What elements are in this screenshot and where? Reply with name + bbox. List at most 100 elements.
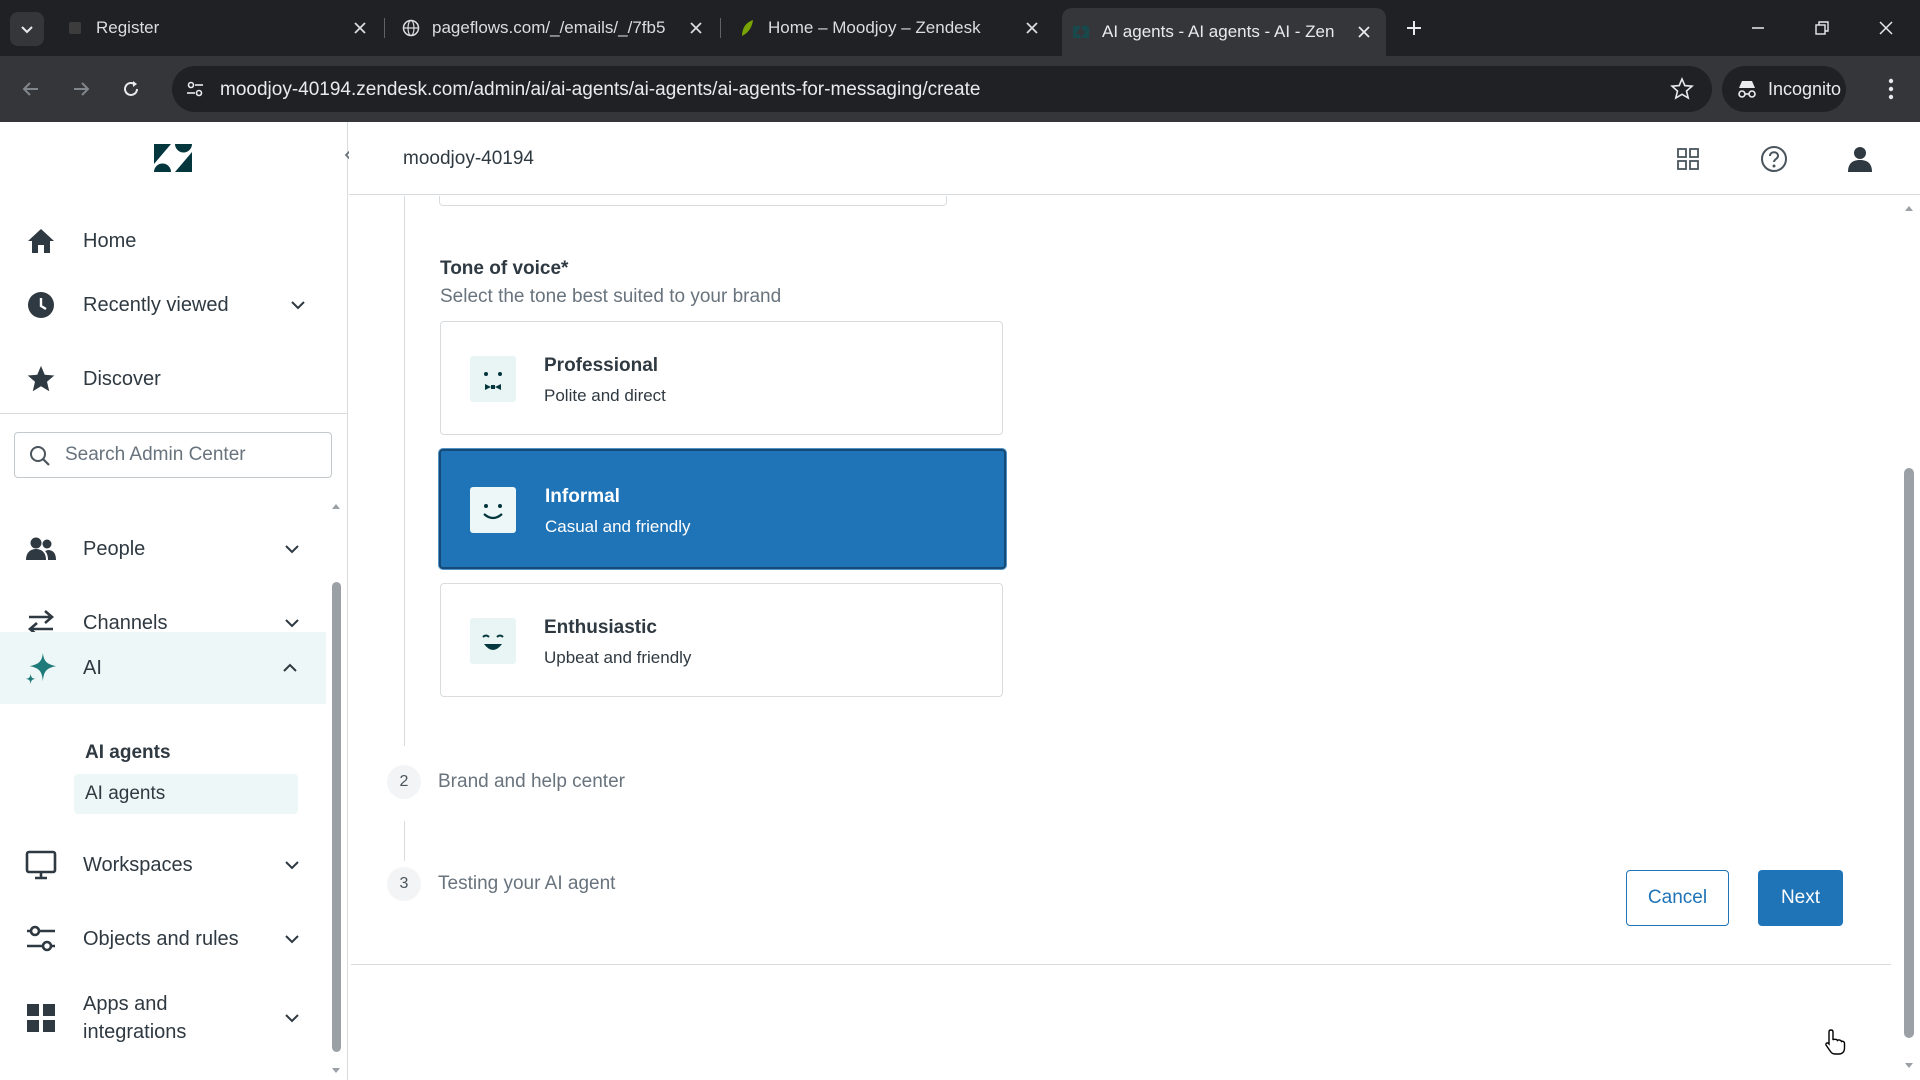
close-icon[interactable] xyxy=(1020,16,1044,40)
tab-separator xyxy=(720,18,721,38)
new-tab-button[interactable] xyxy=(1400,14,1428,42)
main-content: Tone of voice* Select the tone best suit… xyxy=(349,196,1920,1080)
more-vertical-icon xyxy=(1888,78,1894,100)
tab-title: Home – Moodjoy – Zendesk xyxy=(768,18,981,37)
minimize-button[interactable] xyxy=(1744,14,1772,42)
sidebar-item-label: Discover xyxy=(83,367,161,390)
option-title: Informal xyxy=(545,486,620,507)
search-icon xyxy=(29,445,51,467)
option-title: Professional xyxy=(544,355,659,376)
incognito-icon xyxy=(1738,81,1756,98)
account-name: moodjoy-40194 xyxy=(403,148,534,169)
search-input[interactable] xyxy=(65,443,315,467)
browser-tab[interactable]: Home – Moodjoy – Zendesk xyxy=(738,8,1044,48)
sidebar-item-ai[interactable]: AI xyxy=(0,632,326,704)
sidebar-item-label: Home xyxy=(83,229,137,252)
tone-of-voice-label: Tone of voice* xyxy=(440,258,569,279)
url-bar[interactable]: moodjoy-40194.zendesk.com/admin/ai/ai-ag… xyxy=(172,66,1712,112)
close-icon xyxy=(1879,21,1893,35)
sidebar-item-objects-and-rules[interactable]: Objects and rules xyxy=(0,908,328,970)
sidebar-item-label: Apps and integrations xyxy=(83,993,187,1043)
chevron-down-icon xyxy=(282,1008,302,1028)
chevron-down-icon xyxy=(282,929,302,949)
sidebar-subitem-ai-agents[interactable]: AI agents xyxy=(74,774,298,814)
site-settings-icon[interactable] xyxy=(184,78,206,100)
sidebar-item-label: Recently viewed xyxy=(83,293,229,316)
sidebar-item-home[interactable]: Home xyxy=(0,210,328,272)
zendesk-logo-icon[interactable] xyxy=(154,144,192,172)
bookmark-star-icon[interactable] xyxy=(1670,77,1694,101)
tone-option-professional[interactable]: Professional Polite and direct xyxy=(440,321,1003,435)
minimize-icon xyxy=(1752,27,1764,29)
restore-button[interactable] xyxy=(1808,14,1836,42)
step-title[interactable]: Brand and help center xyxy=(438,771,625,793)
back-arrow-icon xyxy=(22,82,38,96)
search-admin-center[interactable] xyxy=(14,432,332,478)
scroll-up-arrow-icon[interactable] xyxy=(1904,204,1914,212)
sidebar-item-apps-and-integrations[interactable]: Apps and integrations xyxy=(0,982,328,1054)
scroll-up-arrow-icon[interactable] xyxy=(331,502,341,510)
tab-separator xyxy=(384,18,385,38)
sidebar-item-recently-viewed[interactable]: Recently viewed xyxy=(0,274,328,336)
close-icon[interactable] xyxy=(348,16,372,40)
sidebar-item-discover[interactable]: Discover xyxy=(0,348,328,410)
main-scroll-thumb[interactable] xyxy=(1904,468,1914,1038)
user-avatar-icon[interactable] xyxy=(1845,144,1875,174)
close-window-button[interactable] xyxy=(1872,14,1900,42)
sidebar-item-people[interactable]: People xyxy=(0,518,328,580)
next-button[interactable]: Next xyxy=(1758,870,1843,926)
browser-tab[interactable]: Register xyxy=(66,8,372,48)
address-bar: moodjoy-40194.zendesk.com/admin/ai/ai-ag… xyxy=(0,56,1920,122)
sidebar-divider xyxy=(0,413,347,414)
step-title[interactable]: Testing your AI agent xyxy=(438,873,615,895)
cancel-button[interactable]: Cancel xyxy=(1626,870,1729,926)
sidebar: Home Recently viewed Discover People Cha… xyxy=(0,122,348,1080)
help-icon[interactable] xyxy=(1759,144,1789,174)
close-icon[interactable] xyxy=(1352,20,1376,44)
scroll-down-arrow-icon[interactable] xyxy=(331,1067,341,1075)
tone-of-voice-hint: Select the tone best suited to your bran… xyxy=(440,286,782,307)
chevron-down-icon xyxy=(21,26,33,34)
scroll-down-arrow-icon[interactable] xyxy=(1904,1062,1914,1070)
reload-button[interactable] xyxy=(116,74,146,104)
enthusiastic-face-icon xyxy=(470,618,516,664)
browser-menu-button[interactable] xyxy=(1876,74,1906,104)
reload-icon xyxy=(124,81,138,96)
browser-tab-bar: Register pageflows.com/_/emails/_/7fb5 H… xyxy=(0,0,1920,56)
step-connector-line xyxy=(404,821,405,861)
tone-option-informal[interactable]: Informal Casual and friendly xyxy=(439,449,1006,569)
admin-center-app: Home Recently viewed Discover People Cha… xyxy=(0,122,1920,1080)
chevron-down-icon xyxy=(288,295,308,315)
incognito-label: Incognito xyxy=(1768,78,1842,99)
ai-sparkle-icon xyxy=(24,651,58,685)
globe-icon xyxy=(402,19,420,37)
restore-icon xyxy=(1815,21,1829,35)
close-icon[interactable] xyxy=(684,16,708,40)
forward-button[interactable] xyxy=(66,74,96,104)
tab-title: Register xyxy=(96,18,160,37)
chevron-up-icon xyxy=(280,658,300,678)
home-icon xyxy=(24,224,58,258)
previous-input-field[interactable] xyxy=(439,196,947,206)
option-description: Upbeat and friendly xyxy=(544,648,692,667)
option-description: Polite and direct xyxy=(544,386,666,405)
product-tray-icon[interactable] xyxy=(1673,144,1703,174)
sidebar-item-label: Workspaces xyxy=(83,853,193,876)
informal-face-icon xyxy=(470,487,516,533)
zendesk-logo-icon xyxy=(1072,23,1090,41)
tone-option-enthusiastic[interactable]: Enthusiastic Upbeat and friendly xyxy=(440,583,1003,697)
people-icon xyxy=(24,532,58,566)
tab-title: AI agents - AI agents - AI - Zen xyxy=(1102,22,1335,41)
sidebar-scroll-thumb[interactable] xyxy=(332,582,341,1052)
incognito-indicator[interactable]: Incognito xyxy=(1722,66,1846,112)
option-description: Casual and friendly xyxy=(545,517,691,536)
star-icon xyxy=(24,362,58,396)
browser-tab-active[interactable]: AI agents - AI agents - AI - Zen xyxy=(1062,8,1386,56)
back-button[interactable] xyxy=(16,74,46,104)
option-title: Enthusiastic xyxy=(544,617,657,638)
footer-divider xyxy=(351,964,1891,965)
sidebar-item-label: People xyxy=(83,537,146,560)
tab-search-button[interactable] xyxy=(10,12,44,46)
browser-tab[interactable]: pageflows.com/_/emails/_/7fb5 xyxy=(402,8,708,48)
sidebar-item-workspaces[interactable]: Workspaces xyxy=(0,834,328,896)
